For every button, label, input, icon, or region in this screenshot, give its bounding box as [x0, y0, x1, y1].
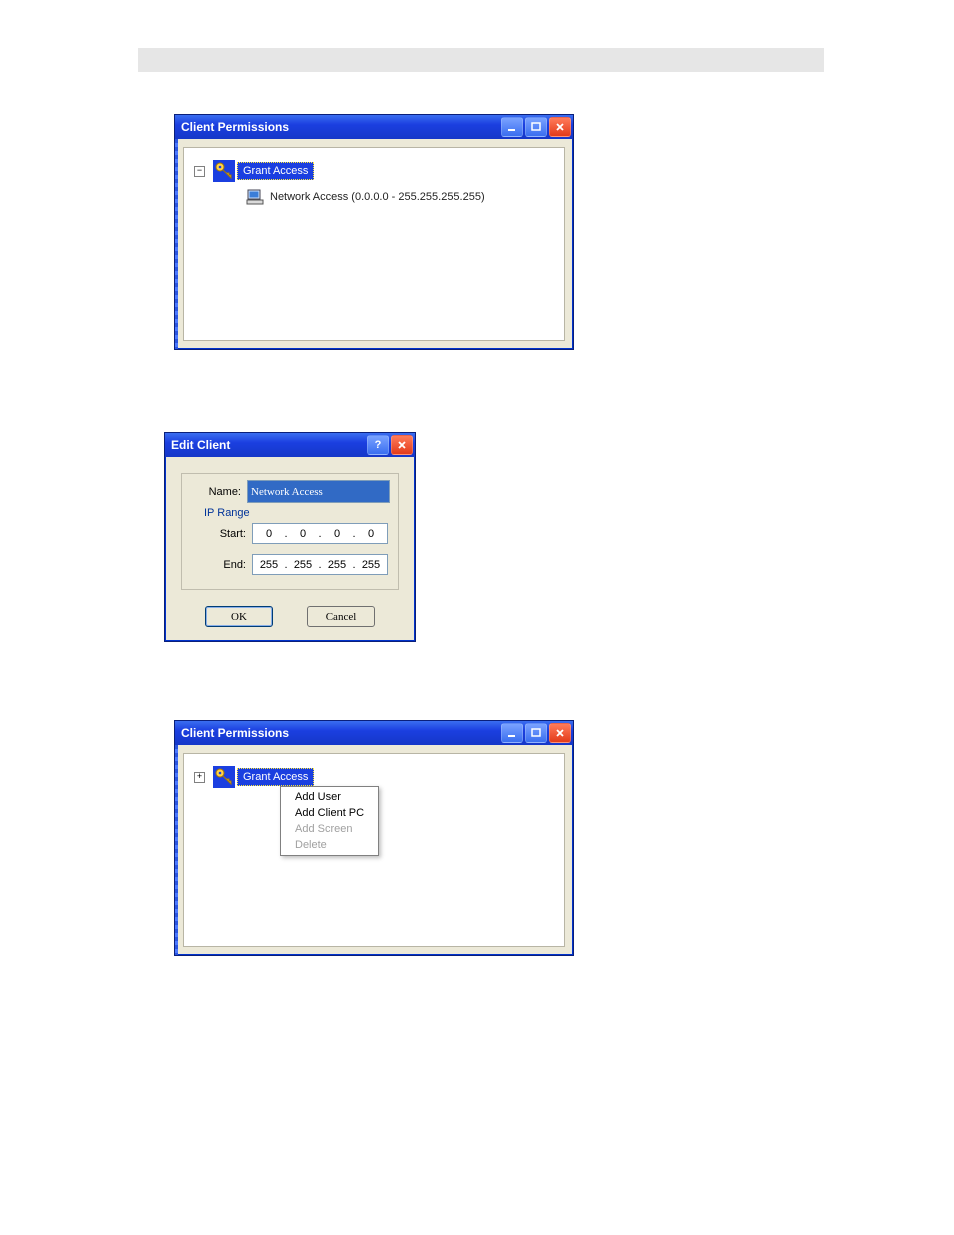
client-permissions-window-1: Client Permissions − Grant Access	[174, 114, 574, 350]
start-label: Start:	[190, 528, 246, 540]
minimize-icon	[507, 728, 517, 738]
tree-root-row[interactable]: + Grant Access	[194, 766, 554, 788]
end-label: End:	[190, 559, 246, 571]
tree-view[interactable]: − Grant Access Network Access (0.0.0.0 -…	[183, 147, 565, 341]
close-button[interactable]	[549, 723, 571, 743]
close-button[interactable]	[549, 117, 571, 137]
ip-octet[interactable]: 255	[289, 559, 317, 571]
client-permissions-window-2: Client Permissions + Grant Access	[174, 720, 574, 956]
tree-root-row[interactable]: − Grant Access	[194, 160, 554, 182]
titlebar-buttons	[501, 723, 571, 743]
titlebar-buttons: ?	[367, 435, 413, 455]
key-icon	[213, 766, 235, 788]
dialog-button-row: OK Cancel	[179, 606, 401, 627]
close-icon	[397, 440, 407, 450]
ip-octet[interactable]: 0	[255, 528, 283, 540]
minimize-icon	[507, 122, 517, 132]
window-left-accent	[175, 139, 178, 349]
edit-client-dialog: Edit Client ? Name: IP Range Start:	[164, 432, 416, 642]
start-row: Start: 0. 0. 0. 0	[190, 523, 390, 544]
computer-icon	[246, 188, 264, 206]
maximize-button[interactable]	[525, 117, 547, 137]
tree-toggle[interactable]: −	[194, 166, 205, 177]
help-button[interactable]: ?	[367, 435, 389, 455]
tree-root-label[interactable]: Grant Access	[237, 768, 314, 786]
close-icon	[555, 728, 565, 738]
window-title: Client Permissions	[181, 726, 289, 740]
ip-octet[interactable]: 255	[323, 559, 351, 571]
ip-octet[interactable]: 0	[323, 528, 351, 540]
cancel-button[interactable]: Cancel	[307, 606, 375, 627]
key-icon	[213, 160, 235, 182]
tree-child-row[interactable]: Network Access (0.0.0.0 - 255.255.255.25…	[246, 188, 554, 206]
ip-octet[interactable]: 255	[357, 559, 385, 571]
ok-button[interactable]: OK	[205, 606, 273, 627]
titlebar[interactable]: Edit Client ?	[165, 433, 415, 457]
close-icon	[555, 122, 565, 132]
name-input[interactable]	[247, 480, 390, 503]
maximize-icon	[531, 728, 541, 738]
menu-item-add-user[interactable]: Add User	[281, 789, 378, 805]
context-menu[interactable]: Add User Add Client PC Add Screen Delete	[280, 786, 379, 856]
tree-view[interactable]: + Grant Access Add User Add Client PC Ad…	[183, 753, 565, 947]
help-icon: ?	[375, 439, 382, 451]
maximize-icon	[531, 122, 541, 132]
dialog-body: Name: IP Range Start: 0. 0. 0. 0 End:	[165, 457, 415, 637]
ip-octet[interactable]: 0	[289, 528, 317, 540]
menu-item-delete: Delete	[281, 837, 378, 853]
window-left-accent	[175, 745, 178, 955]
name-label: Name:	[190, 486, 241, 498]
dialog-title: Edit Client	[171, 438, 230, 452]
form-fieldset: Name: IP Range Start: 0. 0. 0. 0 End:	[181, 473, 399, 590]
titlebar-buttons	[501, 117, 571, 137]
end-ip-input[interactable]: 255. 255. 255. 255	[252, 554, 388, 575]
menu-item-add-screen: Add Screen	[281, 821, 378, 837]
tree-toggle[interactable]: +	[194, 772, 205, 783]
minimize-button[interactable]	[501, 723, 523, 743]
window-title: Client Permissions	[181, 120, 289, 134]
ip-octet[interactable]: 255	[255, 559, 283, 571]
name-row: Name:	[190, 480, 390, 503]
ip-range-label: IP Range	[204, 507, 390, 519]
menu-item-add-client-pc[interactable]: Add Client PC	[281, 805, 378, 821]
titlebar[interactable]: Client Permissions	[175, 721, 573, 745]
start-ip-input[interactable]: 0. 0. 0. 0	[252, 523, 388, 544]
close-button[interactable]	[391, 435, 413, 455]
end-row: End: 255. 255. 255. 255	[190, 554, 390, 575]
titlebar[interactable]: Client Permissions	[175, 115, 573, 139]
ip-octet[interactable]: 0	[357, 528, 385, 540]
maximize-button[interactable]	[525, 723, 547, 743]
minimize-button[interactable]	[501, 117, 523, 137]
tree-child-label[interactable]: Network Access (0.0.0.0 - 255.255.255.25…	[270, 191, 485, 203]
page-header-band	[138, 48, 824, 72]
tree-root-label[interactable]: Grant Access	[237, 162, 314, 180]
